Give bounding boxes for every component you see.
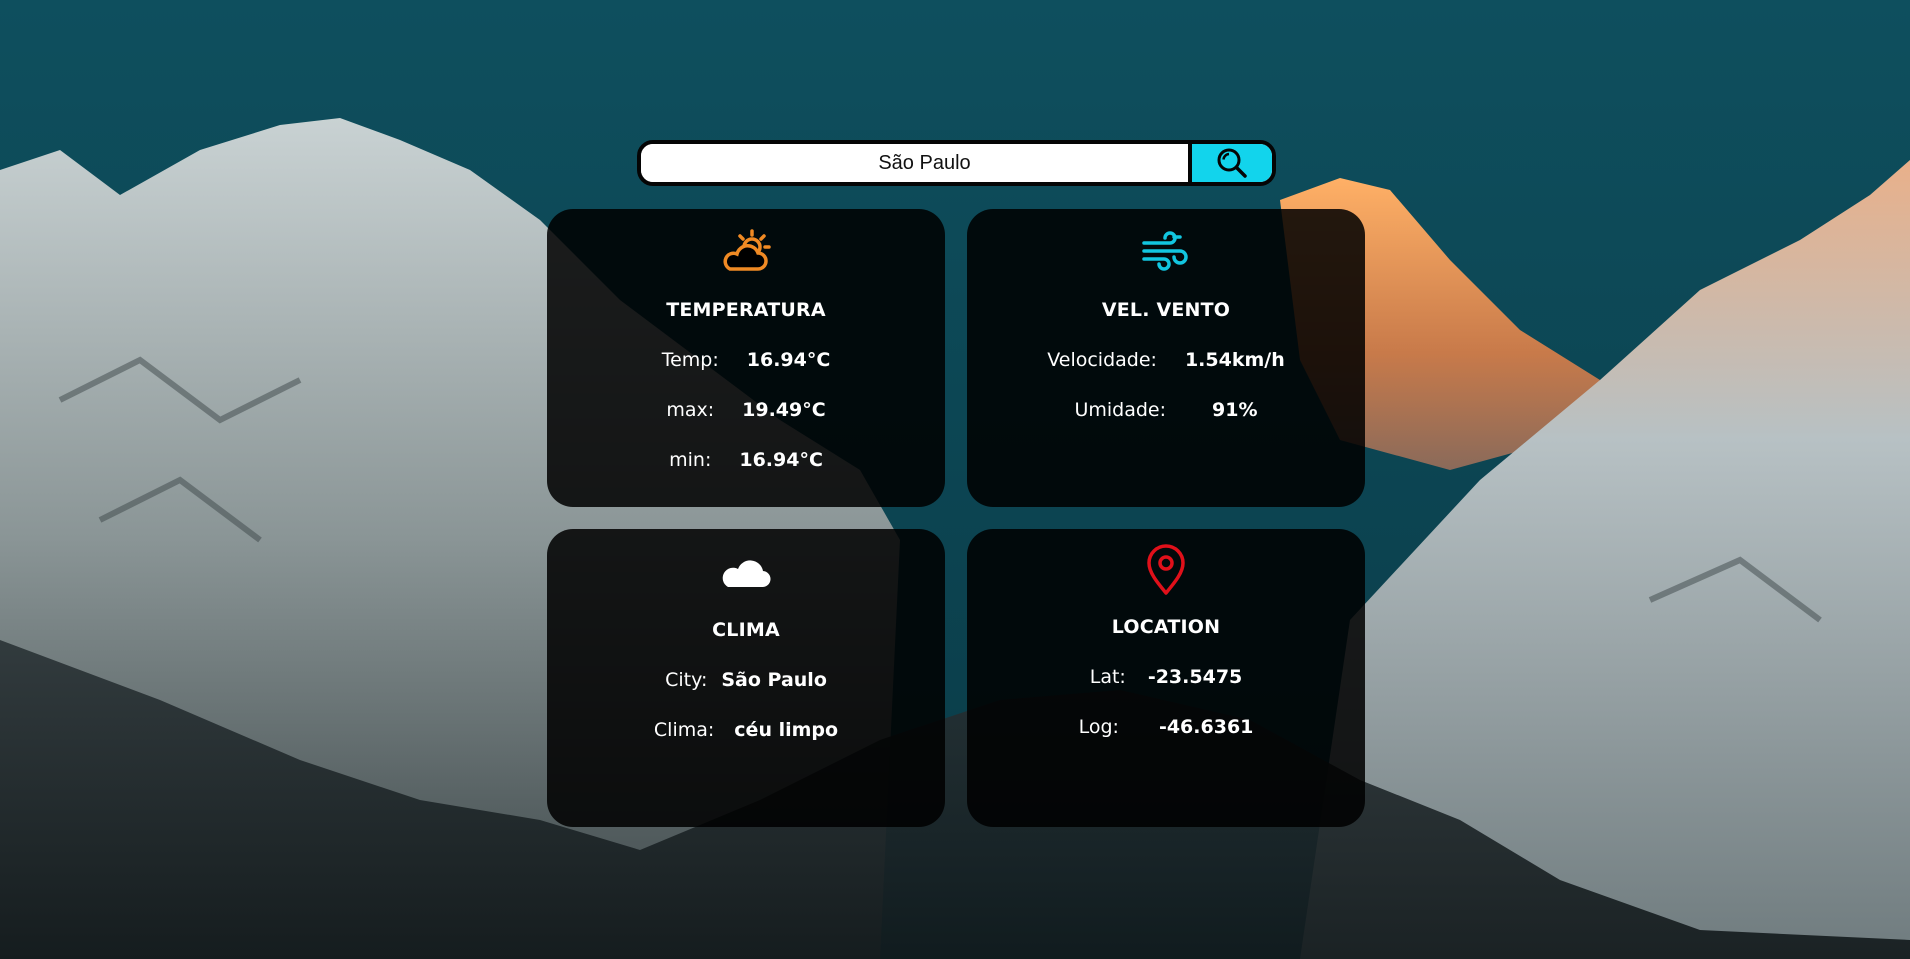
lat-value: -23.5475	[1147, 666, 1243, 688]
city-row: City: São Paulo	[547, 669, 945, 691]
max-label: max:	[666, 399, 715, 421]
city-value: São Paulo	[721, 669, 827, 691]
clima-row: Clima: céu limpo	[547, 719, 945, 741]
log-label: Log:	[1078, 716, 1119, 738]
partly-sunny-icon	[723, 229, 771, 271]
city-search-input[interactable]	[641, 144, 1188, 182]
max-row: max: 19.49°C	[547, 399, 945, 421]
temp-label: Temp:	[661, 349, 719, 371]
weather-title: CLIMA	[712, 619, 780, 641]
weather-card: CLIMA City: São Paulo Clima: céu limpo	[547, 529, 945, 827]
humidity-row: Umidade: 91%	[967, 399, 1365, 421]
humidity-value: 91%	[1212, 399, 1258, 421]
location-title: LOCATION	[1111, 616, 1221, 638]
location-card: LOCATION Lat: -23.5475 Log: -46.6361	[967, 529, 1365, 827]
clima-value: céu limpo	[734, 719, 839, 741]
temperature-title: TEMPERATURA	[666, 299, 826, 321]
max-value: 19.49°C	[742, 399, 826, 421]
log-row: Log: -46.6361	[967, 716, 1365, 738]
cloud-icon	[722, 560, 771, 588]
speed-value: 1.54km/h	[1184, 349, 1285, 371]
search-icon	[1217, 148, 1247, 178]
search-bar	[637, 140, 1276, 186]
min-label: min:	[669, 449, 712, 471]
map-pin-icon	[1147, 544, 1185, 595]
log-value: -46.6361	[1158, 716, 1254, 738]
speed-row: Velocidade: 1.54km/h	[967, 349, 1365, 371]
temp-row: Temp: 16.94°C	[547, 349, 945, 371]
temperature-card: TEMPERATURA Temp: 16.94°C max: 19.49°C m…	[547, 209, 945, 507]
wind-icon	[1142, 231, 1188, 271]
min-value: 16.94°C	[739, 449, 823, 471]
wind-title: VEL. VENTO	[1101, 299, 1231, 321]
lat-label: Lat:	[1089, 666, 1126, 688]
humidity-label: Umidade:	[1074, 399, 1167, 421]
temp-value: 16.94°C	[746, 349, 831, 371]
city-label: City:	[665, 669, 708, 691]
clima-label: Clima:	[653, 719, 715, 741]
min-row: min: 16.94°C	[547, 449, 945, 471]
wind-card: VEL. VENTO Velocidade: 1.54km/h Umidade:…	[967, 209, 1365, 507]
speed-label: Velocidade:	[1047, 349, 1157, 371]
lat-row: Lat: -23.5475	[967, 666, 1365, 688]
search-button[interactable]	[1188, 144, 1272, 182]
